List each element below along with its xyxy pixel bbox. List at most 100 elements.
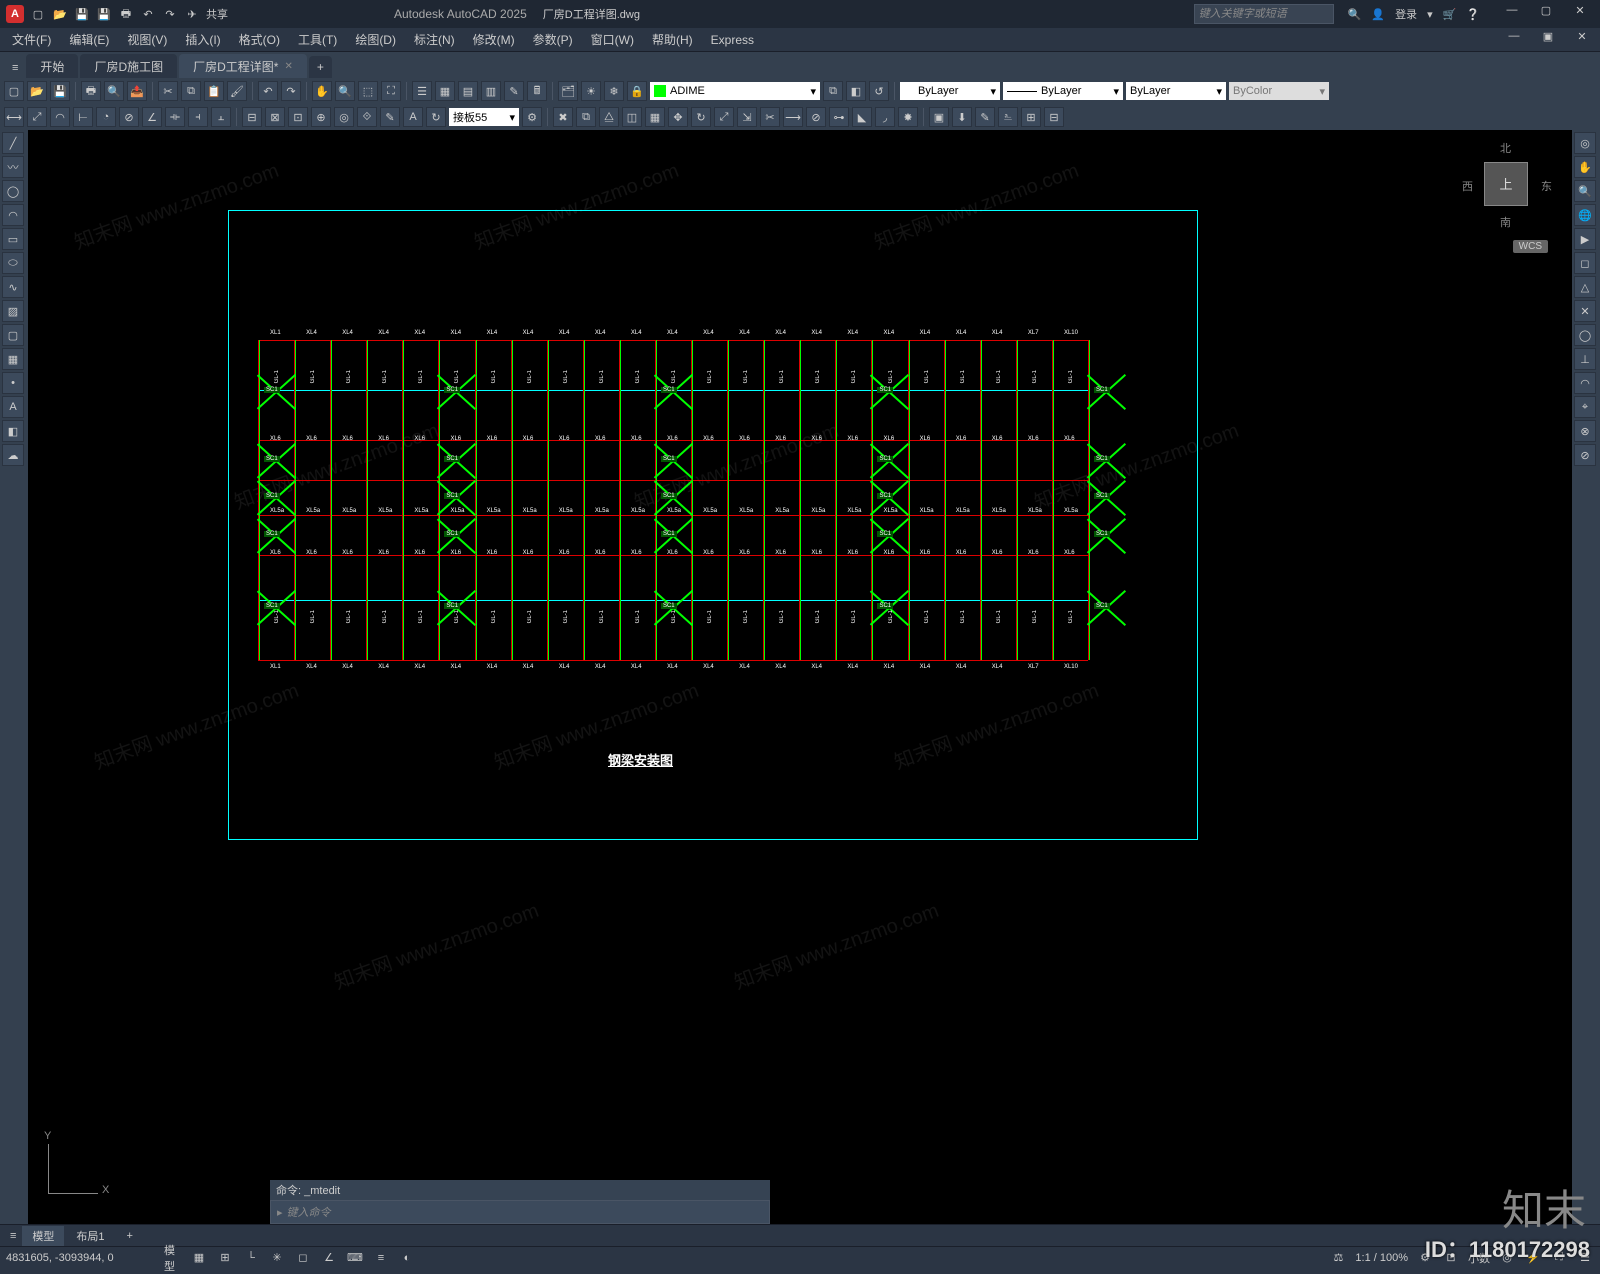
circle-icon[interactable]: ◯: [2, 180, 24, 202]
dim-aligned-icon[interactable]: ⤢: [27, 107, 47, 127]
nav-orbit-icon[interactable]: 🌐: [1574, 204, 1596, 226]
lineweight-dropdown[interactable]: ByLayer▾: [1126, 82, 1226, 100]
layer-manager-icon[interactable]: 🗂: [558, 81, 578, 101]
dim-jog-icon[interactable]: ⟐: [357, 107, 377, 127]
tb-qcalc-icon[interactable]: 🖩: [527, 81, 547, 101]
mtext-icon[interactable]: A: [2, 396, 24, 418]
fillet-icon[interactable]: ◞: [875, 107, 895, 127]
ellipse-icon[interactable]: ⬭: [2, 252, 24, 274]
move-icon[interactable]: ✥: [668, 107, 688, 127]
dim-tedit-icon[interactable]: A: [403, 107, 423, 127]
dim-linear-icon[interactable]: ⟷: [4, 107, 24, 127]
tb-dc-icon[interactable]: ▦: [435, 81, 455, 101]
dyn-toggle-icon[interactable]: ⌨: [346, 1249, 364, 1267]
pline-icon[interactable]: 〰: [2, 156, 24, 178]
viewcube-top[interactable]: 上: [1484, 162, 1528, 206]
break-icon[interactable]: ⊘: [806, 107, 826, 127]
rect-icon[interactable]: ▭: [2, 228, 24, 250]
transparency-icon[interactable]: ◐: [398, 1249, 416, 1267]
share-label[interactable]: 共享: [206, 6, 228, 22]
nav-zoom-icon[interactable]: 🔍: [1574, 180, 1596, 202]
dim-break-icon[interactable]: ⊠: [265, 107, 285, 127]
dim-ord-icon[interactable]: ⊢: [73, 107, 93, 127]
layer-freeze-icon[interactable]: ❄: [604, 81, 624, 101]
ungroup-icon[interactable]: ⊟: [1044, 107, 1064, 127]
wcs-badge[interactable]: WCS: [1513, 240, 1548, 253]
minimize-button[interactable]: —: [1498, 4, 1526, 24]
hatch-icon[interactable]: ▨: [2, 300, 24, 322]
layer-lock-icon[interactable]: 🔒: [627, 81, 647, 101]
tb-open-icon[interactable]: 📂: [27, 81, 47, 101]
block-insert-icon[interactable]: ⬇: [952, 107, 972, 127]
xref-icon[interactable]: ⎁: [998, 107, 1018, 127]
viewcube-east[interactable]: 东: [1541, 178, 1552, 194]
app-icon[interactable]: A: [6, 5, 24, 23]
undo-icon[interactable]: ↶: [140, 6, 156, 22]
login-label[interactable]: 登录: [1395, 6, 1417, 22]
menu-format[interactable]: 格式(O): [231, 29, 288, 50]
tab-close-icon[interactable]: ✕: [284, 61, 292, 72]
lwt-toggle-icon[interactable]: ≡: [372, 1249, 390, 1267]
dim-base-icon[interactable]: ⫞: [188, 107, 208, 127]
share-icon[interactable]: ✈: [184, 6, 200, 22]
menu-help[interactable]: 帮助(H): [644, 29, 701, 50]
redo-icon[interactable]: ↷: [162, 6, 178, 22]
menu-edit[interactable]: 编辑(E): [61, 29, 117, 50]
menu-view[interactable]: 视图(V): [119, 29, 175, 50]
dim-edit-icon[interactable]: ✎: [380, 107, 400, 127]
menu-param[interactable]: 参数(P): [525, 29, 581, 50]
menu-tools[interactable]: 工具(T): [290, 29, 345, 50]
offset-icon[interactable]: ◫: [622, 107, 642, 127]
doc-close-button[interactable]: ✕: [1568, 30, 1596, 50]
block-make-icon[interactable]: ▣: [929, 107, 949, 127]
saveas-icon[interactable]: 💾: [96, 6, 112, 22]
layout-tab-model[interactable]: 模型: [22, 1226, 64, 1246]
tb-undo-icon[interactable]: ↶: [258, 81, 278, 101]
maximize-button[interactable]: ▢: [1532, 4, 1560, 24]
otrack-toggle-icon[interactable]: ∠: [320, 1249, 338, 1267]
modelspace-toggle[interactable]: 模型: [164, 1249, 182, 1267]
tb-zoomext-icon[interactable]: ⛶: [381, 81, 401, 101]
linetype-dropdown[interactable]: ByLayer▾: [1003, 82, 1123, 100]
layer-iso-icon[interactable]: ◧: [846, 81, 866, 101]
tab-menu-icon[interactable]: ≡: [6, 58, 24, 78]
stretch-icon[interactable]: ⇲: [737, 107, 757, 127]
join-icon[interactable]: ⊶: [829, 107, 849, 127]
scale-display[interactable]: 1:1 / 100%: [1355, 1252, 1408, 1264]
dim-center-icon[interactable]: ⊕: [311, 107, 331, 127]
doc-restore-button[interactable]: ▣: [1534, 30, 1562, 50]
tb-plot-icon[interactable]: 🖶: [81, 81, 101, 101]
osnap-end-icon[interactable]: ◻: [1574, 252, 1596, 274]
dim-radius-icon[interactable]: ◔: [96, 107, 116, 127]
block-edit-icon[interactable]: ✎: [975, 107, 995, 127]
mirror-icon[interactable]: ⧋: [599, 107, 619, 127]
search-icon[interactable]: 🔍: [1348, 8, 1362, 21]
tb-tp-icon[interactable]: ▤: [458, 81, 478, 101]
tb-zoomwin-icon[interactable]: ⬚: [358, 81, 378, 101]
layout-tab-1[interactable]: 布局1: [66, 1226, 114, 1246]
dim-style-icon[interactable]: ⚙: [522, 107, 542, 127]
scale-icon[interactable]: ⤢: [714, 107, 734, 127]
menu-window[interactable]: 窗口(W): [583, 29, 642, 50]
trim-icon[interactable]: ✂: [760, 107, 780, 127]
menu-file[interactable]: 文件(F): [4, 29, 59, 50]
drawing-canvas[interactable]: 知末网 www.znzmo.com 知末网 www.znzmo.com 知末网 …: [28, 130, 1572, 1224]
new-tab-button[interactable]: +: [309, 56, 332, 78]
grid-toggle-icon[interactable]: ▦: [190, 1249, 208, 1267]
viewcube[interactable]: 北 西 东 南 上: [1462, 140, 1552, 230]
tb-save-icon[interactable]: 💾: [50, 81, 70, 101]
doc-tab-start[interactable]: 开始: [26, 54, 78, 78]
table-tool-icon[interactable]: ▦: [2, 348, 24, 370]
basket-icon[interactable]: 🛒: [1443, 8, 1457, 21]
point-icon[interactable]: •: [2, 372, 24, 394]
tb-ssm-icon[interactable]: ▥: [481, 81, 501, 101]
chamfer-icon[interactable]: ◣: [852, 107, 872, 127]
plotstyle-dropdown[interactable]: ByColor▾: [1229, 82, 1329, 100]
user-icon[interactable]: 👤: [1371, 8, 1385, 21]
dim-insp-icon[interactable]: ◎: [334, 107, 354, 127]
tb-match-icon[interactable]: 🖌: [227, 81, 247, 101]
erase-icon[interactable]: ✖: [553, 107, 573, 127]
annoscale-icon[interactable]: ⚖: [1329, 1249, 1347, 1267]
array-icon[interactable]: ▦: [645, 107, 665, 127]
new-icon[interactable]: ▢: [30, 6, 46, 22]
